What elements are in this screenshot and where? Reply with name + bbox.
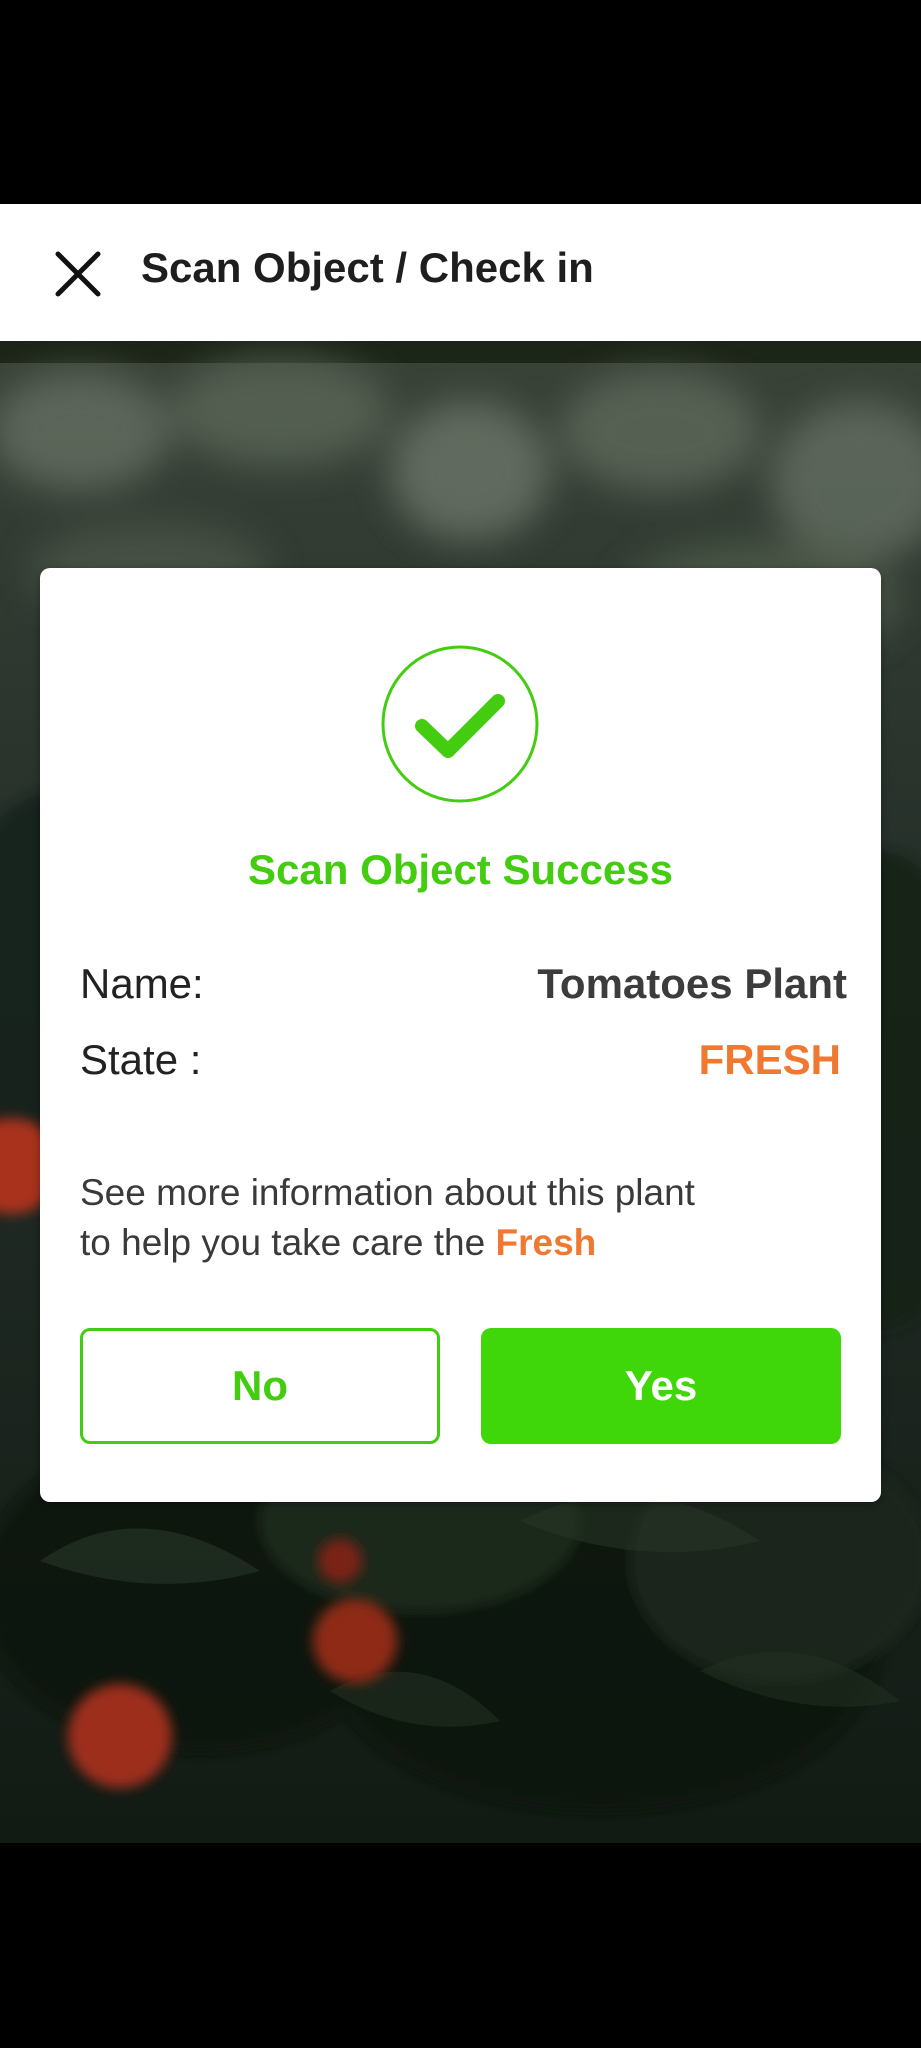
status-bar [0,0,921,204]
info-line-1: See more information about this plant [80,1172,695,1213]
state-label: State : [80,1036,202,1083]
dialog-title: Scan Object Success [248,846,673,893]
yes-button[interactable]: Yes [481,1328,841,1444]
state-value: FRESH [698,1036,841,1083]
no-button[interactable]: No [80,1328,440,1444]
scan-success-dialog: Scan Object Success Name: Tomatoes Plant… [40,568,881,1502]
check-circle-icon [380,644,540,804]
page-title: Scan Object / Check in [141,244,594,291]
info-highlight: Fresh [495,1222,597,1263]
info-line-2: to help you take care the [80,1222,496,1263]
app-bar: Scan Object / Check in [0,204,921,341]
close-icon[interactable] [50,246,106,302]
screen: Scan Object / Check in Scan Object Succe… [0,0,921,2048]
name-value: Tomatoes Plant [537,960,847,1007]
info-text: See more information about this plant to… [80,1168,840,1268]
bottom-bar [0,1843,921,2048]
name-label: Name: [80,960,204,1007]
